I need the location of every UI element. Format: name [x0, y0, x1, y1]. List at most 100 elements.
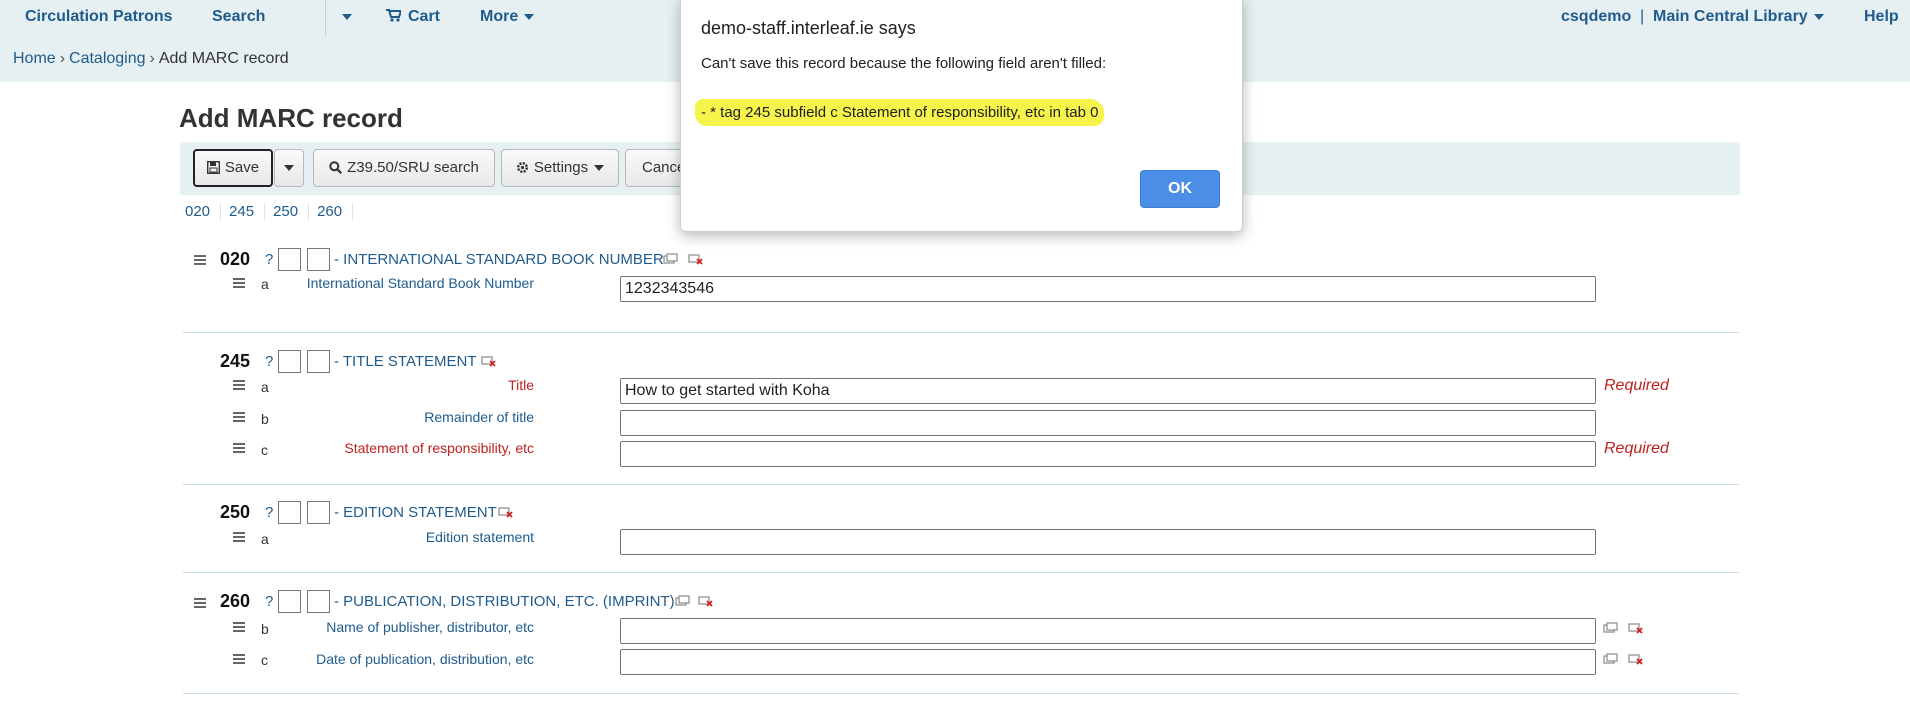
cancel-button[interactable]: Cancel: [625, 149, 685, 187]
tag-help-link-245[interactable]: ?: [265, 353, 273, 370]
floppy-disk-icon: [206, 160, 220, 175]
nav-user-separator: |: [1640, 8, 1645, 25]
tab-link-250[interactable]: 250: [273, 203, 310, 220]
breadcrumb-separator: ›: [149, 50, 155, 67]
drag-handle-icon[interactable]: [233, 412, 245, 422]
subfield-label-date-of-publication: Date of publication, distribution, etc: [316, 651, 534, 667]
indicator-2-260[interactable]: [307, 590, 330, 613]
field-divider: [183, 484, 1739, 485]
indicator-2-245[interactable]: [307, 350, 330, 373]
nav-more-label: More: [480, 8, 519, 25]
delete-subfield-icon[interactable]: [1628, 622, 1644, 634]
nav-cart-label: Cart: [408, 8, 441, 25]
settings-button[interactable]: Settings: [501, 149, 619, 187]
save-button-label: Save: [224, 159, 260, 176]
publisher-input[interactable]: [620, 618, 1596, 644]
remainder-of-title-input[interactable]: [620, 410, 1596, 436]
ok-button[interactable]: OK: [1140, 170, 1220, 208]
save-button[interactable]: Save: [193, 149, 273, 187]
dialog-message: Can't save this record because the follo…: [701, 55, 1107, 72]
edition-statement-input[interactable]: [620, 529, 1596, 555]
caret-down-icon: [594, 165, 605, 172]
indicator-1-260[interactable]: [278, 590, 301, 613]
page-title: Add MARC record: [179, 103, 403, 133]
nav-circulation[interactable]: Circulation: [25, 0, 109, 36]
dialog-title: demo-staff.interleaf.ie says: [701, 18, 916, 38]
indicator-1-250[interactable]: [278, 501, 301, 524]
title-input[interactable]: [620, 378, 1596, 404]
indicator-2-250[interactable]: [307, 501, 330, 524]
tab-link-020[interactable]: 020: [185, 203, 222, 220]
tag-label-245[interactable]: - TITLE STATEMENT: [334, 353, 477, 370]
date-of-publication-input[interactable]: [620, 649, 1596, 675]
delete-field-icon[interactable]: [688, 253, 704, 265]
statement-of-responsibility-input[interactable]: [620, 441, 1596, 467]
z3950-search-button[interactable]: Z39.50/SRU search: [313, 149, 495, 187]
clone-field-icon[interactable]: [663, 253, 679, 265]
search-dropdown-toggle[interactable]: [336, 0, 352, 36]
caret-down-icon: [342, 13, 352, 20]
tag-number-245: 245: [220, 351, 251, 371]
nav-library[interactable]: Main Central Library: [1653, 0, 1824, 36]
nav-more[interactable]: More: [480, 0, 535, 36]
drag-handle-icon[interactable]: [233, 532, 245, 542]
drag-handle-icon[interactable]: [233, 622, 245, 632]
save-options-dropdown[interactable]: [274, 149, 304, 187]
nav-patrons[interactable]: Patrons: [113, 0, 173, 36]
nav-search[interactable]: Search: [212, 0, 265, 36]
delete-field-icon[interactable]: [698, 595, 714, 607]
drag-handle-icon[interactable]: [194, 598, 206, 608]
tag-help-link-020[interactable]: ?: [265, 251, 273, 268]
indicator-1-245[interactable]: [278, 350, 301, 373]
breadcrumb-current: Add MARC record: [158, 50, 289, 67]
field-divider: [183, 693, 1739, 694]
field-divider: [183, 332, 1739, 333]
search-icon: [329, 161, 343, 174]
indicator-1-020[interactable]: [278, 248, 301, 271]
tab-link-260[interactable]: 260: [317, 203, 354, 220]
tag-label-250[interactable]: - EDITION STATEMENT: [334, 504, 497, 521]
subfield-label-title: Title: [508, 377, 534, 393]
delete-field-icon[interactable]: [481, 355, 497, 367]
subfield-label-isbn: International Standard Book Number: [306, 275, 534, 291]
nav-cart[interactable]: Cart: [386, 0, 440, 36]
clone-subfield-icon[interactable]: [1603, 653, 1619, 665]
settings-button-label: Settings: [533, 159, 589, 176]
drag-handle-icon[interactable]: [233, 654, 245, 664]
clone-subfield-icon[interactable]: [1603, 622, 1619, 634]
nav-library-label: Main Central Library: [1653, 8, 1808, 25]
indicator-2-020[interactable]: [307, 248, 330, 271]
required-indicator: Required: [1604, 440, 1669, 457]
subfield-label-edition-statement: Edition statement: [425, 529, 534, 545]
tag-label-020[interactable]: - INTERNATIONAL STANDARD BOOK NUMBER: [334, 251, 664, 268]
tag-number-020: 020: [220, 249, 251, 269]
breadcrumb: Home › Cataloging › Add MARC record: [13, 50, 289, 68]
delete-subfield-icon[interactable]: [1628, 653, 1644, 665]
nav-divider: [325, 0, 326, 36]
breadcrumb-separator: ›: [59, 50, 66, 67]
drag-handle-icon[interactable]: [233, 278, 245, 288]
required-indicator: Required: [1604, 377, 1669, 394]
breadcrumb-cataloging[interactable]: Cataloging: [69, 50, 146, 67]
nav-help[interactable]: Help: [1864, 0, 1899, 36]
delete-field-icon[interactable]: [498, 506, 514, 518]
nav-user[interactable]: csqdemo: [1561, 0, 1631, 36]
caret-down-icon: [284, 165, 294, 172]
drag-handle-icon[interactable]: [233, 380, 245, 390]
field-divider: [183, 572, 1739, 573]
clone-field-icon[interactable]: [675, 595, 691, 607]
tag-help-link-250[interactable]: ?: [265, 504, 273, 521]
drag-handle-icon[interactable]: [233, 443, 245, 453]
subfield-label-publisher: Name of publisher, distributor, etc: [326, 619, 534, 635]
tag-number-260: 260: [220, 591, 251, 611]
dialog-error-highlight: - * tag 245 subfield c Statement of resp…: [695, 99, 1105, 126]
tag-help-link-260[interactable]: ?: [265, 593, 273, 610]
subfield-label-statement-of-responsibility: Statement of responsibility, etc: [344, 440, 534, 456]
subfield-label-remainder-of-title: Remainder of title: [424, 409, 534, 425]
tag-tab-links: 020 245 250 260: [185, 203, 361, 220]
tag-label-260[interactable]: - PUBLICATION, DISTRIBUTION, ETC. (IMPRI…: [334, 593, 675, 610]
drag-handle-icon[interactable]: [194, 255, 206, 265]
breadcrumb-home[interactable]: Home: [13, 50, 56, 67]
tab-link-245[interactable]: 245: [229, 203, 266, 220]
isbn-input[interactable]: [620, 276, 1596, 302]
